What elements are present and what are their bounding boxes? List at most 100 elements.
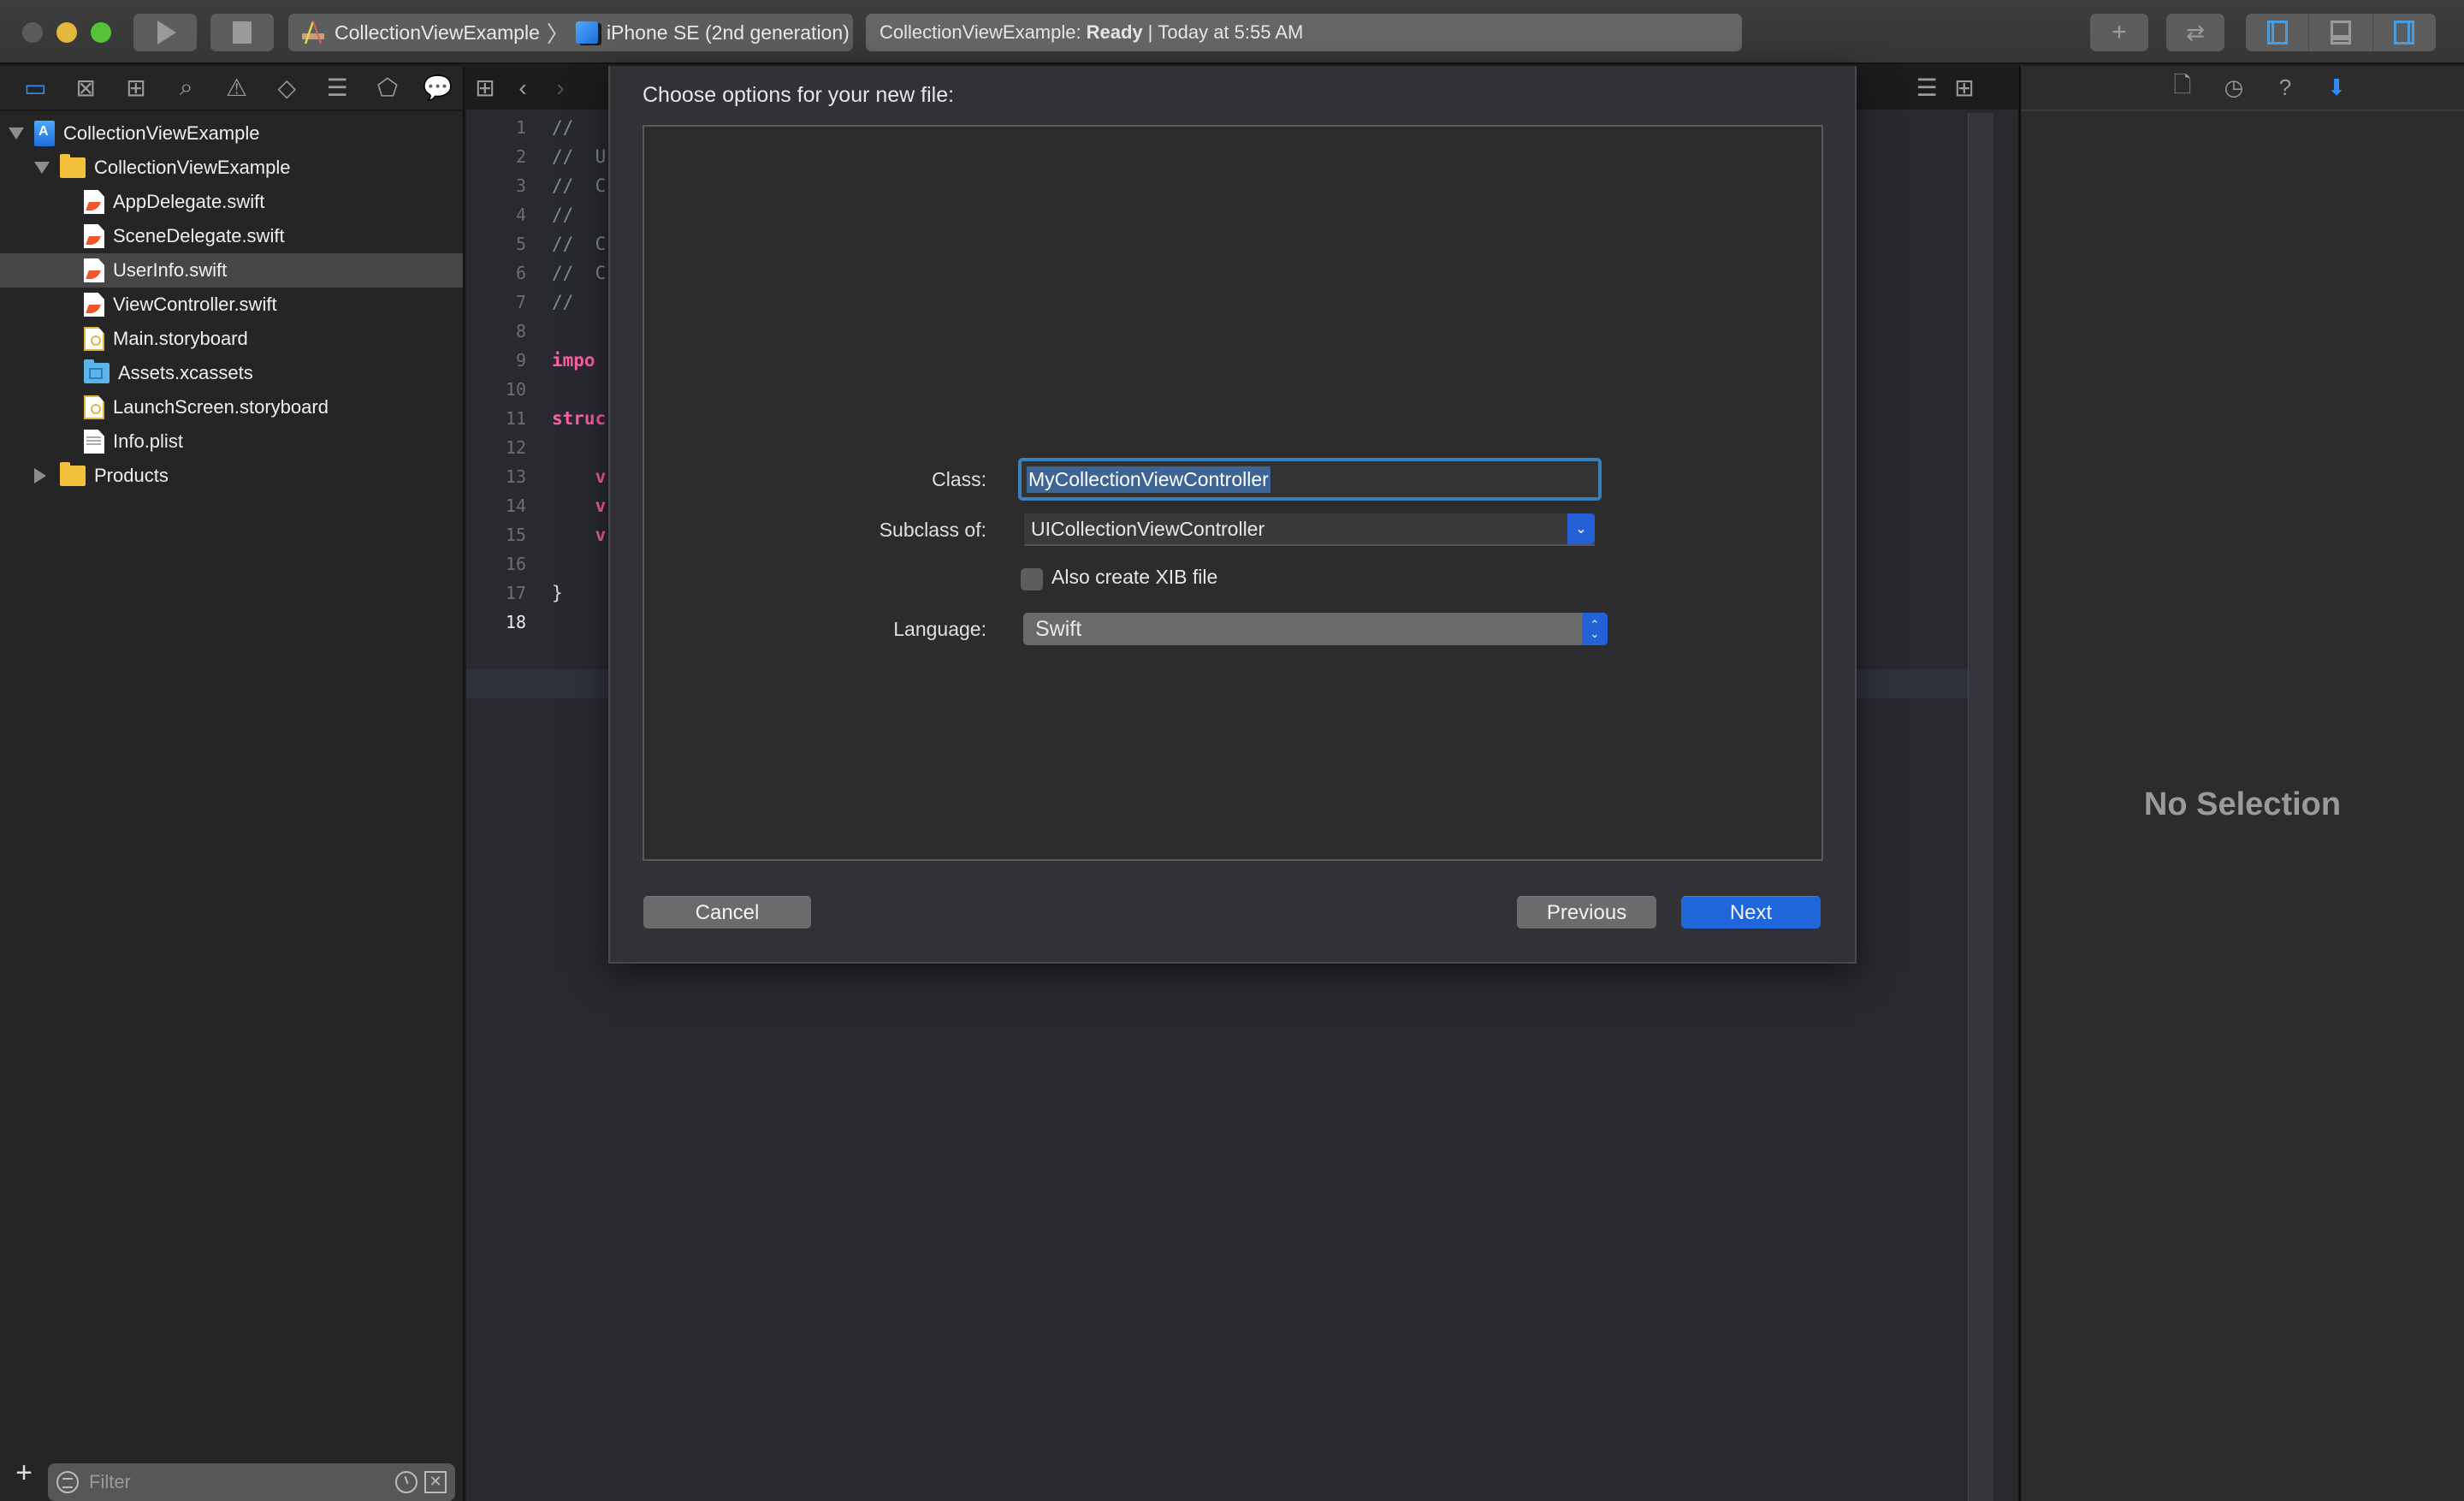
storyboard-file-icon [84,327,104,351]
code-line[interactable]: // [552,113,606,142]
file-tree-item-label: CollectionViewExample [63,122,260,144]
tab-issue-navigator[interactable]: ⚠ [211,71,262,105]
add-editor-button[interactable]: ⊞ [1946,71,1983,105]
library-button[interactable]: + [2090,14,2148,51]
code-text[interactable]: //// U// C//// C// C//impo struc v v v} [552,113,606,637]
source-control-filter-icon[interactable]: ✕ [424,1471,447,1493]
file-tree-item[interactable]: Assets.xcassets [0,356,463,390]
class-name-value[interactable]: MyCollectionViewController [1027,466,1270,493]
tab-breakpoint-navigator[interactable]: ⬠ [362,71,412,105]
file-tree-item[interactable]: AppDelegate.swift [0,185,463,219]
code-line[interactable] [552,433,606,462]
close-window-button[interactable] [22,22,43,43]
tab-project-navigator[interactable]: ▭ [10,71,61,105]
scheme-selector[interactable]: CollectionViewExample 〉 iPhone SE (2nd g… [288,14,853,51]
line-number: 3 [515,175,526,196]
tab-debug-navigator[interactable]: ☰ [312,71,363,105]
code-line[interactable]: // C [552,258,606,288]
line-number: 14 [505,495,526,516]
create-xib-checkbox[interactable] [1021,568,1043,590]
file-tree-item[interactable]: Products [0,459,463,493]
file-tree-item-label: LaunchScreen.storyboard [113,396,329,418]
left-pane-icon [2266,21,2288,44]
language-value[interactable]: Swift [1035,617,1081,642]
next-button[interactable]: Next [1681,896,1821,928]
toggle-debug-area-button[interactable] [2309,14,2373,51]
code-line[interactable]: } [552,578,606,608]
code-line[interactable] [552,317,606,346]
quick-help-inspector-icon: ? [2278,74,2292,100]
file-tree-item[interactable]: SceneDelegate.swift [0,219,463,253]
zoom-window-button[interactable] [91,22,111,43]
language-popup[interactable]: Swift ⌃ ⌄ [1023,613,1608,645]
tab-attributes-inspector[interactable]: ⬇ [2321,73,2352,104]
code-line[interactable]: v [552,491,607,520]
tab-history-inspector[interactable]: ◷ [2218,73,2249,104]
go-back-button[interactable]: ‹ [504,71,542,105]
issue-navigator-icon: ⚠ [225,74,248,101]
scheme-project-label[interactable]: CollectionViewExample [335,21,540,44]
tab-source-control-navigator[interactable]: ⊠ [61,71,111,105]
lines-icon: ☰ [1916,74,1938,101]
file-tree-item[interactable]: LaunchScreen.storyboard [0,390,463,424]
recent-files-icon[interactable] [395,1471,418,1493]
chevron-down-icon[interactable]: ⌄ [1567,513,1595,544]
editor-options-button[interactable]: ☰ [1908,71,1946,105]
cancel-button[interactable]: Cancel [643,896,811,928]
disclosure-closed-icon[interactable] [34,468,46,484]
code-line[interactable]: // C [552,229,606,258]
file-tree-item[interactable]: ViewController.swift [0,288,463,322]
class-name-field[interactable]: MyCollectionViewController [1018,458,1602,501]
code-line[interactable]: v [552,462,607,491]
xcode-project-icon [34,121,55,146]
file-tree-item[interactable]: CollectionViewExample [0,151,463,185]
split-plus-icon: ⊞ [1954,74,1975,101]
tab-test-navigator[interactable]: ◇ [262,71,312,105]
debug-navigator-icon: ☰ [326,74,348,101]
tab-report-navigator[interactable]: 💬 [412,71,463,105]
run-button[interactable] [133,14,197,51]
disclosure-open-icon[interactable] [9,128,24,139]
toggle-inspector-button[interactable] [2373,14,2436,51]
subclass-combo-box[interactable]: UICollectionViewController ⌄ [1024,513,1595,546]
code-line[interactable]: struc [552,404,606,433]
add-file-button[interactable]: + [14,1458,34,1487]
up-down-chevron-icon[interactable]: ⌃ ⌄ [1582,613,1608,645]
code-line[interactable] [552,375,606,404]
tab-symbol-navigator[interactable]: ⊞ [111,71,162,105]
file-tree-item[interactable]: CollectionViewExample [0,116,463,151]
code-line[interactable]: v [552,520,607,549]
file-tree-item[interactable]: Main.storyboard [0,322,463,356]
file-inspector-icon: 🗋 [2173,71,2192,98]
related-items-button[interactable]: ⊞ [466,71,504,105]
inspector-pane: 🗋 ◷? ⬇ No Selection [2019,66,2464,1501]
subclass-value[interactable]: UICollectionViewController [1031,518,1265,541]
code-review-button[interactable]: ⇄ [2166,14,2224,51]
code-line[interactable]: // U [552,142,606,171]
minimize-window-button[interactable] [56,22,77,43]
code-line[interactable]: // C [552,171,606,200]
scheme-device-label[interactable]: iPhone SE (2nd generation) [607,21,850,44]
code-line[interactable]: impo [552,346,606,375]
file-tree-item[interactable]: Info.plist [0,424,463,459]
minimap[interactable] [1968,113,1993,1501]
code-line[interactable]: // [552,200,606,229]
tab-quick-help-inspector[interactable]: ? [2270,73,2301,104]
disclosure-open-icon[interactable] [34,162,50,174]
code-line[interactable] [552,608,606,637]
toggle-navigator-button[interactable] [2246,14,2310,51]
code-line[interactable]: // [552,288,606,317]
tab-file-inspector[interactable]: 🗋 [2167,72,2198,104]
tab-find-navigator[interactable]: ⌕ [161,71,211,105]
no-selection-label: No Selection [2143,786,2342,822]
code-line[interactable] [552,549,606,578]
filter-input[interactable] [89,1471,395,1493]
stop-button[interactable] [210,14,274,51]
previous-button[interactable]: Previous [1517,896,1656,928]
filter-field[interactable]: ✕ [48,1463,455,1501]
file-tree-item-label: ViewController.swift [113,294,277,315]
create-xib-label[interactable]: Also create XIB file [1051,566,1217,589]
go-forward-button[interactable]: › [542,71,579,105]
file-tree-item[interactable]: UserInfo.swift [0,253,463,288]
file-tree-item-label: CollectionViewExample [94,157,291,178]
